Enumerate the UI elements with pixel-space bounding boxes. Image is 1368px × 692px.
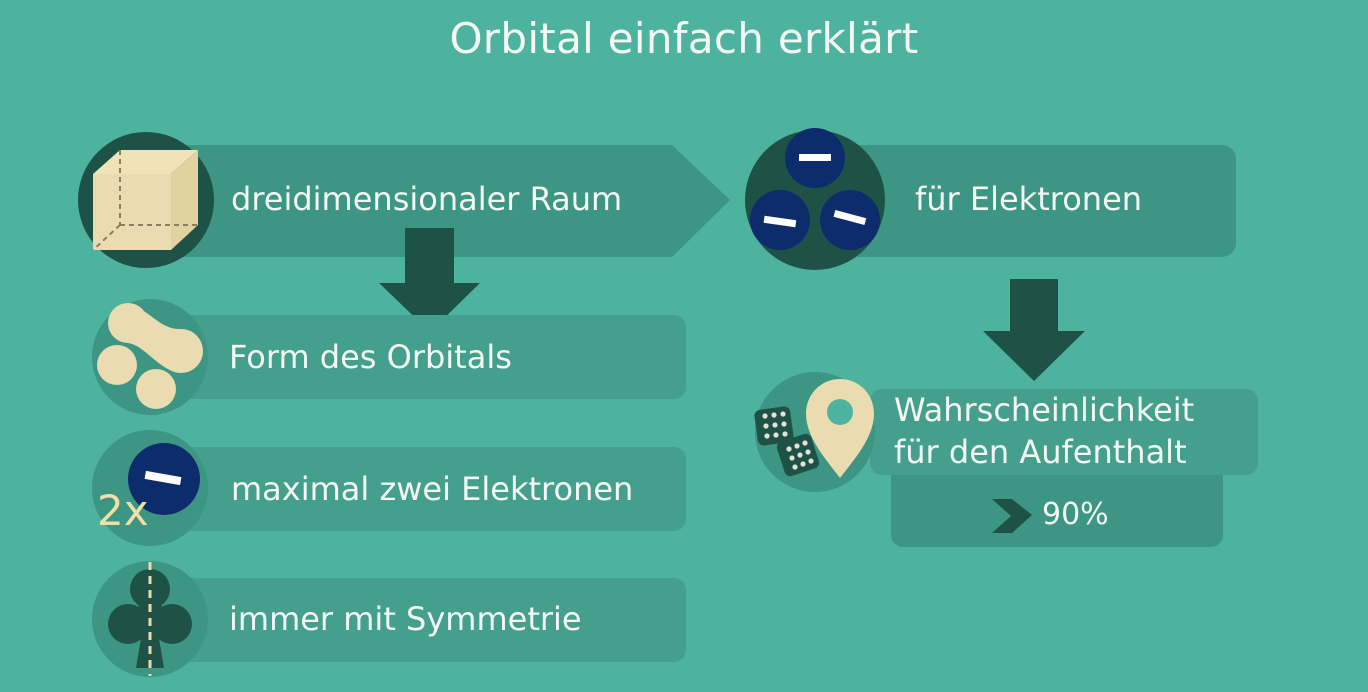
probability-label-line2: für den Aufenthalt: [894, 433, 1187, 471]
symmetry-label: immer mit Symmetrie: [229, 600, 582, 638]
space-label: dreidimensionaler Raum: [231, 180, 623, 218]
max-two-label: maximal zwei Elektronen: [231, 470, 634, 508]
two-times-label: 2x: [97, 486, 149, 535]
cube-icon: [92, 150, 198, 251]
electrons-label: für Elektronen: [915, 180, 1143, 218]
percent-value: 90%: [1042, 497, 1109, 532]
shape-label: Form des Orbitals: [229, 338, 512, 376]
down-arrow-right: [983, 279, 1085, 381]
diagram-canvas: [78, 128, 1258, 677]
probability-label-line1: Wahrscheinlichkeit: [894, 391, 1195, 429]
